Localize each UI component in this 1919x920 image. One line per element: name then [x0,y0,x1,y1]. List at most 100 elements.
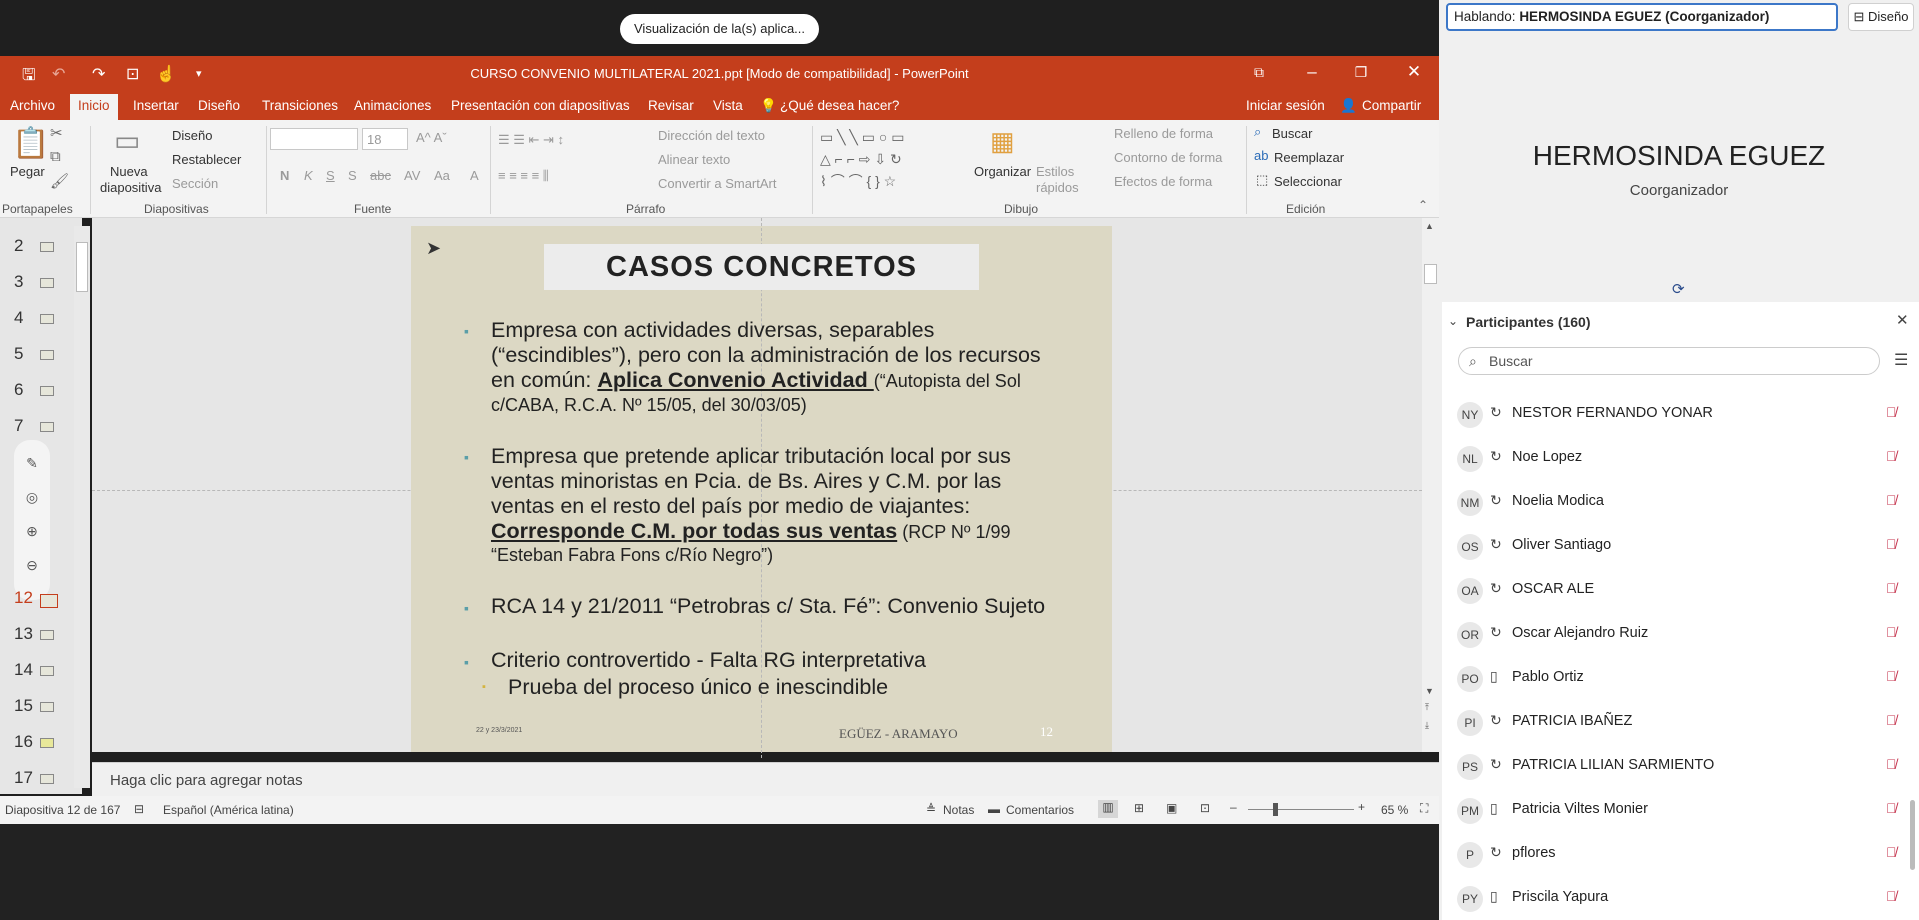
slide-thumbnail[interactable] [40,314,54,324]
zoom-out-button[interactable]: – [1230,800,1237,814]
close-panel-icon[interactable]: ✕ [1896,311,1909,329]
sharing-indicator[interactable]: Visualización de la(s) aplica... [620,14,820,44]
mic-muted-icon[interactable]: 🎙̸ [1886,800,1897,816]
section-button[interactable]: Sección [172,176,218,191]
tab-presentacion[interactable]: Presentación con diapositivas [451,98,630,113]
sort-icon[interactable]: ☰ [1894,350,1908,370]
mic-muted-icon[interactable]: 🎙̸ [1886,668,1897,684]
normal-view-icon[interactable]: ▥ [1098,800,1118,818]
prev-slide-icon[interactable]: ⤒ [1425,702,1429,713]
shape-outline-button[interactable]: Contorno de forma [1114,150,1222,165]
participant-row[interactable]: OS ↻ Oliver Santiago 🎙̸ [1442,524,1919,568]
restore-icon[interactable]: ❐ [1346,64,1376,81]
mic-muted-icon[interactable]: 🎙̸ [1886,448,1897,464]
reading-view-icon[interactable]: ▣ [1166,801,1177,815]
participant-row[interactable]: NL ↻ Noe Lopez 🎙̸ [1442,436,1919,480]
zoom-slider-thumb[interactable] [1273,803,1278,816]
mic-muted-icon[interactable]: 🎙̸ [1886,844,1897,860]
scroll-thumb[interactable] [76,242,88,292]
tab-insertar[interactable]: Insertar [133,98,179,113]
find-button[interactable]: Buscar [1272,126,1312,141]
select-button[interactable]: Seleccionar [1274,174,1342,189]
quick-styles-1[interactable]: Estilos [1036,164,1074,179]
thumb-number[interactable]: 17 [14,768,33,788]
align-text-button[interactable]: Alinear texto [658,152,730,167]
share-button[interactable]: Compartir [1362,98,1421,113]
mic-muted-icon[interactable]: 🎙̸ [1886,580,1897,596]
font-grow-icon[interactable]: A^ Aˇ [416,130,447,145]
font-color-icon[interactable]: A [470,168,479,183]
thumb-number[interactable]: 16 [14,732,33,752]
case-icon[interactable]: Aa [434,168,450,183]
shadow-icon[interactable]: S [348,168,357,183]
slide-thumbnail[interactable] [40,278,54,288]
slide-thumbnail[interactable] [40,738,54,748]
replace-button[interactable]: Reemplazar [1274,150,1344,165]
active-speaker-field[interactable]: Hablando: HERMOSINDA EGUEZ (Coorganizado… [1446,3,1838,31]
shape-effects-button[interactable]: Efectos de forma [1114,174,1212,189]
zoom-in-icon[interactable]: ⊕ [14,514,50,548]
thumb-number[interactable]: 3 [14,272,23,292]
underline-icon[interactable]: S [326,168,335,183]
zoom-out-icon[interactable]: ⊖ [14,548,50,582]
layout-button[interactable]: Diseño [172,128,212,143]
slide-thumbnail[interactable] [40,350,54,360]
participant-row[interactable]: NY ↻ NESTOR FERNANDO YONAR 🎙̸ [1442,392,1919,436]
participant-row[interactable]: PM ▯ Patricia Viltes Monier 🎙̸ [1442,788,1919,832]
zoom-slider[interactable] [1248,809,1354,810]
mic-muted-icon[interactable]: 🎙̸ [1886,888,1897,904]
thumb-number-current[interactable]: 12 [14,588,33,608]
layout-button[interactable]: ⊟ Diseño [1848,3,1914,31]
thumb-number[interactable]: 6 [14,380,23,400]
quick-styles-2[interactable]: rápidos [1036,180,1079,195]
mic-muted-icon[interactable]: 🎙̸ [1886,404,1897,420]
align-icons[interactable]: ≡ ≡ ≡ ≡ ⫼ [498,168,549,184]
text-direction-button[interactable]: Dirección del texto [658,128,765,143]
participants-scroll-thumb[interactable] [1910,800,1915,870]
next-slide-icon[interactable]: ⤓ [1425,720,1429,731]
cut-icon[interactable]: ✂ [50,124,63,142]
slide-thumbnail[interactable] [40,702,54,712]
comments-toggle[interactable]: Comentarios [1006,803,1074,817]
slide-thumbnail[interactable] [40,242,54,252]
zoom-level[interactable]: 65 % [1381,803,1408,817]
notes-toggle[interactable]: Notas [943,803,974,817]
tab-diseno[interactable]: Diseño [198,98,240,113]
bullets-icon[interactable]: ☰ ☰ ⇤ ⇥ ↕ [498,132,564,148]
close-icon[interactable]: ✕ [1399,62,1429,82]
spellcheck-icon[interactable]: ⊟ [134,802,144,816]
zoom-in-button[interactable]: + [1358,800,1365,814]
participant-row[interactable]: PO ▯ Pablo Ortiz 🎙̸ [1442,656,1919,700]
tab-transiciones[interactable]: Transiciones [262,98,338,113]
format-painter-icon[interactable]: 🖌 [50,172,69,190]
font-size-field[interactable]: 18 [362,128,408,150]
broadcast-icon[interactable]: ◎ [14,480,50,514]
thumb-number[interactable]: 5 [14,344,23,364]
sorter-view-icon[interactable]: ⊞ [1134,801,1144,815]
slide-thumbnail[interactable] [40,422,54,432]
participant-row[interactable]: PS ↻ PATRICIA LILIAN SARMIENTO 🎙̸ [1442,744,1919,788]
slide-thumbnail[interactable] [40,630,54,640]
slide-thumbnail[interactable] [40,386,54,396]
sign-in-link[interactable]: Iniciar sesión [1246,98,1325,113]
chevron-down-icon[interactable]: ⌄ [1448,314,1458,328]
font-name-field[interactable] [270,128,358,150]
mic-muted-icon[interactable]: 🎙̸ [1886,536,1897,552]
mic-muted-icon[interactable]: 🎙̸ [1886,756,1897,772]
pen-icon[interactable]: ✎ [14,446,50,480]
thumb-number[interactable]: 15 [14,696,33,716]
collapse-ribbon-icon[interactable]: ⌃ [1418,198,1428,212]
participant-row[interactable]: PI ↻ PATRICIA IBAÑEZ 🎙̸ [1442,700,1919,744]
shape-fill-button[interactable]: Relleno de forma [1114,126,1213,141]
notes-pane[interactable]: Haga clic para agregar notas [92,762,1439,796]
fit-slide-icon[interactable]: ⛶ [1420,801,1428,816]
thumb-number[interactable]: 14 [14,660,33,680]
tab-revisar[interactable]: Revisar [648,98,694,113]
paste-icon[interactable]: 📋 [12,126,49,161]
participant-row[interactable]: P ↻ pflores 🎙̸ [1442,832,1919,876]
participants-search-input[interactable]: ⌕ Buscar [1458,347,1880,375]
thumb-number[interactable]: 13 [14,624,33,644]
scroll-down-icon[interactable]: ▼ [1425,686,1434,696]
participants-header[interactable]: Participantes (160) [1466,314,1591,330]
spacing-icon[interactable]: AV [404,168,420,183]
